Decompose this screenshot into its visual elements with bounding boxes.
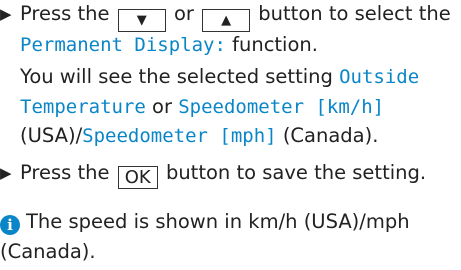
note-text-line1: The speed is shown in km/h (USA)/mph <box>26 210 410 233</box>
bullet-arrow-icon: ▶ <box>0 5 12 23</box>
step1-line3: You will see the selected setting Outsid… <box>20 63 419 91</box>
ok-key: OK <box>117 166 158 189</box>
usa-label: (USA)/ <box>20 124 83 147</box>
up-arrow-key: ▲ <box>202 9 251 32</box>
step1-or2: or <box>152 95 172 118</box>
step1-or: or <box>173 2 194 25</box>
step1-line2: Permanent Display: function. <box>20 31 318 59</box>
setting-outside-display-part2: Temperature <box>20 96 146 118</box>
note-text-line2: (Canada). <box>0 240 96 263</box>
step2-prefix: Press the <box>20 161 110 184</box>
down-arrow-key: ▼ <box>117 9 166 32</box>
step1-prefix: Press the <box>20 2 110 25</box>
function-suffix: function. <box>232 33 318 56</box>
note-line2: (Canada). <box>0 238 96 266</box>
bullet-arrow-icon: ▶ <box>0 164 12 182</box>
setting-outside-display-part1: Outside <box>339 66 420 88</box>
info-icon: i <box>0 215 20 235</box>
note-line1: i The speed is shown in km/h (USA)/mph <box>0 208 410 236</box>
canada-label: (Canada). <box>282 124 379 147</box>
step1-after-keys: button to select the <box>258 2 451 25</box>
step2-line: ▶ Press the OK button to save the setting… <box>0 159 427 189</box>
instruction-page: ▶ Press the ▼ or ▲ button to select the P… <box>0 0 461 270</box>
step1-line4: Temperature or Speedometer [km/h] <box>20 93 384 121</box>
step1-line1: ▶ Press the ▼ or ▲ button to select the <box>0 0 451 32</box>
setting-speedo-kmh-display: Speedometer [km/h] <box>178 96 385 118</box>
function-name-display: Permanent Display: <box>20 34 226 56</box>
setting-speedo-mph-display: Speedometer [mph] <box>82 125 277 147</box>
step1-line5: (USA)/Speedometer [mph] (Canada). <box>20 122 378 150</box>
result-prefix: You will see the selected setting <box>20 65 333 88</box>
step2-suffix: button to save the setting. <box>165 161 427 184</box>
